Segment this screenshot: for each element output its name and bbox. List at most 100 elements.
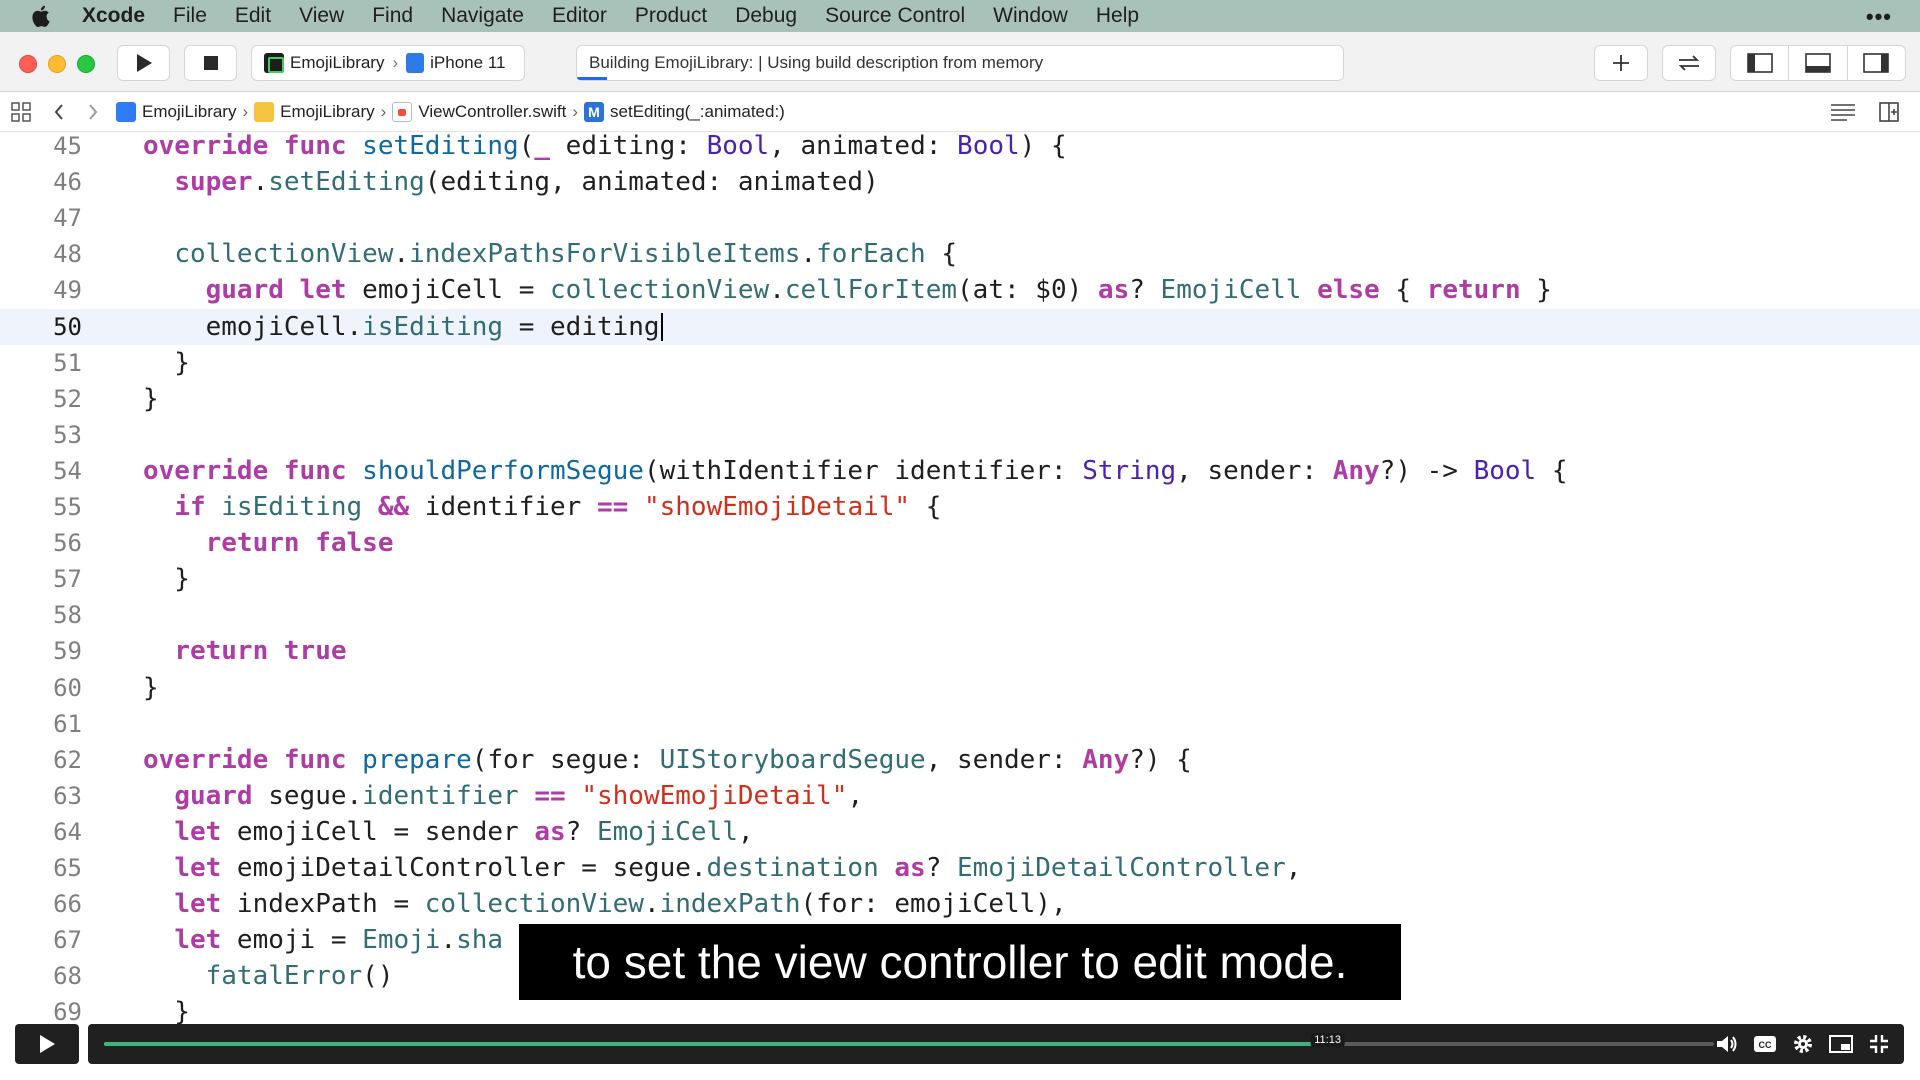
editor-options-lines-icon[interactable] <box>1828 100 1858 124</box>
menu-find[interactable]: Find <box>372 4 413 28</box>
breadcrumb-project[interactable]: EmojiLibrary › <box>116 101 248 122</box>
line-number[interactable]: 64 <box>0 818 82 846</box>
menu-help[interactable]: Help <box>1096 4 1139 28</box>
volume-icon[interactable] <box>1714 1032 1740 1056</box>
code-line[interactable]: 56 return false <box>0 525 1920 561</box>
picture-in-picture-icon[interactable] <box>1828 1032 1854 1056</box>
video-scrub-bar[interactable]: 11:13 CC <box>88 1024 1904 1064</box>
line-number[interactable]: 55 <box>0 493 82 521</box>
line-number[interactable]: 52 <box>0 385 82 413</box>
source-editor[interactable]: 45 override func setEditing(_ editing: Bo… <box>0 132 1920 1042</box>
code-line[interactable]: 58 <box>0 597 1920 633</box>
line-number[interactable]: 62 <box>0 746 82 774</box>
code-text[interactable]: fatalError() <box>143 961 394 991</box>
menu-xcode[interactable]: Xcode <box>82 4 145 28</box>
code-line[interactable]: 52} <box>0 381 1920 417</box>
forward-chevron-icon[interactable] <box>82 101 104 123</box>
code-text[interactable]: let emoji = Emoji.sha <box>143 925 503 955</box>
line-number[interactable]: 50 <box>0 313 82 341</box>
code-line[interactable]: 60} <box>0 670 1920 706</box>
line-number[interactable]: 59 <box>0 637 82 665</box>
code-line[interactable]: 54 override func shouldPerformSegue(withI… <box>0 453 1920 489</box>
code-text[interactable]: } <box>143 997 190 1027</box>
code-text[interactable]: override func prepare(for segue: UIStory… <box>143 745 1192 775</box>
line-number[interactable]: 68 <box>0 962 82 990</box>
code-line[interactable]: 48 collectionView.indexPathsForVisibleIt… <box>0 236 1920 272</box>
line-number[interactable]: 49 <box>0 276 82 304</box>
line-number[interactable]: 69 <box>0 998 82 1026</box>
code-text[interactable]: override func setEditing(_ editing: Bool… <box>143 132 1067 161</box>
breadcrumb-file[interactable]: ViewController.swift › <box>392 101 578 122</box>
code-line[interactable]: 61 <box>0 706 1920 742</box>
run-button[interactable] <box>117 45 170 81</box>
video-progress-track[interactable]: 11:13 <box>104 1033 1714 1047</box>
stop-button[interactable] <box>184 45 237 81</box>
line-number[interactable]: 45 <box>0 132 82 160</box>
code-line[interactable]: 63 guard segue.identifier == "showEmojiD… <box>0 778 1920 814</box>
settings-gear-icon[interactable] <box>1790 1032 1816 1056</box>
fullscreen-exit-icon[interactable] <box>1866 1032 1892 1056</box>
code-line[interactable]: 57 } <box>0 561 1920 597</box>
menu-file[interactable]: File <box>173 4 207 28</box>
line-number[interactable]: 51 <box>0 349 82 377</box>
line-number[interactable]: 58 <box>0 601 82 629</box>
code-text[interactable]: override func shouldPerformSegue(withIde… <box>143 456 1568 486</box>
code-line[interactable]: 51 } <box>0 345 1920 381</box>
code-line[interactable]: 64 let emojiCell = sender as? EmojiCell, <box>0 814 1920 850</box>
code-text[interactable]: super.setEditing(editing, animated: anim… <box>143 167 878 197</box>
breadcrumb-folder[interactable]: EmojiLibrary › <box>254 101 386 122</box>
menu-product[interactable]: Product <box>635 4 707 28</box>
code-line[interactable]: 47 <box>0 200 1920 236</box>
code-line[interactable]: 50 emojiCell.isEditing = editing <box>0 308 1920 345</box>
code-line[interactable]: 66 let indexPath = collectionView.indexP… <box>0 886 1920 922</box>
minimize-window-button[interactable] <box>48 55 66 73</box>
code-text[interactable]: } <box>143 564 190 594</box>
apple-logo-icon[interactable] <box>28 3 52 29</box>
menu-window[interactable]: Window <box>993 4 1068 28</box>
code-line[interactable]: 65 let emojiDetailController = segue.des… <box>0 850 1920 886</box>
code-text[interactable]: } <box>143 348 190 378</box>
code-text[interactable]: } <box>143 384 159 414</box>
line-number[interactable]: 54 <box>0 457 82 485</box>
code-text[interactable]: let emojiCell = sender as? EmojiCell, <box>143 817 753 847</box>
code-text[interactable]: return false <box>143 528 394 558</box>
code-text[interactable]: guard let emojiCell = collectionView.cel… <box>143 275 1552 305</box>
more-menu-icon[interactable]: ••• <box>1866 4 1892 30</box>
related-items-grid-icon[interactable] <box>10 101 32 123</box>
line-number[interactable]: 56 <box>0 529 82 557</box>
line-number[interactable]: 60 <box>0 674 82 702</box>
toggle-navigator-button[interactable] <box>1731 46 1790 80</box>
menu-editor[interactable]: Editor <box>552 4 607 28</box>
line-number[interactable]: 61 <box>0 710 82 738</box>
code-text[interactable]: let indexPath = collectionView.indexPath… <box>143 889 1066 919</box>
code-line[interactable]: 45 override func setEditing(_ editing: Bo… <box>0 132 1920 164</box>
code-line[interactable]: 49 guard let emojiCell = collectionView.… <box>0 272 1920 308</box>
close-window-button[interactable] <box>19 55 37 73</box>
menu-source-control[interactable]: Source Control <box>825 4 965 28</box>
code-line[interactable]: 55 if isEditing && identifier == "showEm… <box>0 489 1920 525</box>
menu-edit[interactable]: Edit <box>235 4 271 28</box>
video-play-button[interactable] <box>15 1024 79 1064</box>
line-number[interactable]: 65 <box>0 854 82 882</box>
code-text[interactable]: emojiCell.isEditing = editing <box>143 312 663 342</box>
line-number[interactable]: 46 <box>0 168 82 196</box>
code-text[interactable]: collectionView.indexPathsForVisibleItems… <box>143 239 957 269</box>
code-line[interactable]: 46 super.setEditing(editing, animated: a… <box>0 164 1920 200</box>
line-number[interactable]: 63 <box>0 782 82 810</box>
library-add-button[interactable] <box>1594 45 1648 81</box>
line-number[interactable]: 57 <box>0 565 82 593</box>
code-review-button[interactable] <box>1662 45 1716 81</box>
scheme-selector[interactable]: EmojiLibrary › iPhone 11 <box>251 45 525 81</box>
line-number[interactable]: 48 <box>0 240 82 268</box>
toggle-inspector-button[interactable] <box>1848 46 1905 80</box>
code-line[interactable]: 53 <box>0 417 1920 453</box>
code-text[interactable]: let emojiDetailController = segue.destin… <box>143 853 1301 883</box>
menu-navigate[interactable]: Navigate <box>441 4 524 28</box>
code-text[interactable]: return true <box>143 636 346 666</box>
breadcrumb-method[interactable]: M setEditing(_:animated:) <box>584 101 785 122</box>
code-text[interactable]: if isEditing && identifier == "showEmoji… <box>143 492 941 522</box>
menu-debug[interactable]: Debug <box>735 4 797 28</box>
line-number[interactable]: 66 <box>0 890 82 918</box>
back-chevron-icon[interactable] <box>48 101 70 123</box>
code-text[interactable]: guard segue.identifier == "showEmojiDeta… <box>143 781 863 811</box>
